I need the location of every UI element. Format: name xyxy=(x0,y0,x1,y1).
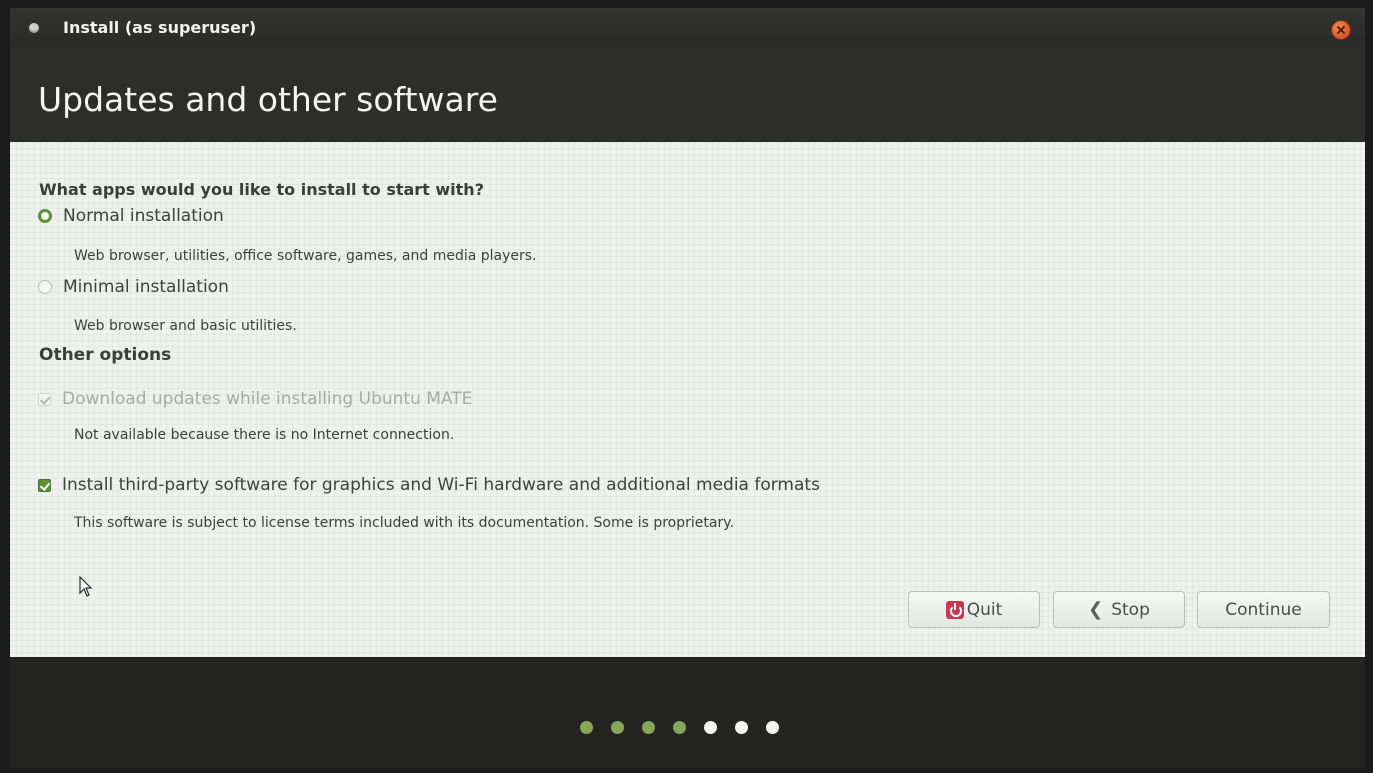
stop-button-label: Stop xyxy=(1111,599,1150,620)
progress-step-pending xyxy=(766,721,779,734)
content-panel: What apps would you like to install to s… xyxy=(10,142,1365,657)
footer xyxy=(10,657,1365,768)
progress-step-pending xyxy=(704,721,717,734)
progress-step-pending xyxy=(735,721,748,734)
progress-step-done xyxy=(673,721,686,734)
continue-button-label: Continue xyxy=(1225,599,1302,620)
normal-installation-label: Normal installation xyxy=(63,206,224,226)
quit-button[interactable]: Quit xyxy=(908,591,1040,628)
normal-installation-description: Web browser, utilities, office software,… xyxy=(74,248,537,264)
normal-installation-radio[interactable]: Normal installation xyxy=(38,206,224,226)
header: Updates and other software xyxy=(10,48,1365,142)
screen: Install (as superuser) Updates and other… xyxy=(0,0,1373,773)
minimal-installation-label: Minimal installation xyxy=(63,277,229,297)
page-title: Updates and other software xyxy=(38,80,498,119)
power-icon xyxy=(945,600,964,619)
third-party-label: Install third-party software for graphic… xyxy=(62,475,820,495)
checkbox-disabled-icon xyxy=(38,392,51,406)
install-type-question: What apps would you like to install to s… xyxy=(39,180,484,199)
other-options-title: Other options xyxy=(39,345,172,365)
radio-selected-icon xyxy=(38,209,52,223)
mouse-pointer-icon xyxy=(79,576,93,597)
minimal-installation-radio[interactable]: Minimal installation xyxy=(38,277,229,297)
ubuntu-mate-icon xyxy=(29,23,39,33)
checkbox-checked-icon xyxy=(38,478,51,492)
third-party-description: This software is subject to license term… xyxy=(74,515,734,531)
progress-step-done xyxy=(611,721,624,734)
progress-indicator xyxy=(580,721,779,734)
titlebar[interactable]: Install (as superuser) xyxy=(10,8,1365,48)
installer-window: Install (as superuser) Updates and other… xyxy=(10,8,1365,768)
close-icon[interactable] xyxy=(1331,20,1351,40)
third-party-checkbox[interactable]: Install third-party software for graphic… xyxy=(38,475,820,495)
download-updates-label: Download updates while installing Ubuntu… xyxy=(62,389,473,409)
radio-unselected-icon xyxy=(38,280,52,294)
window-title: Install (as superuser) xyxy=(63,18,257,37)
chevron-left-icon: ❮ xyxy=(1088,599,1104,620)
progress-step-done xyxy=(642,721,655,734)
stop-button[interactable]: ❮ Stop xyxy=(1053,591,1185,628)
quit-button-label: Quit xyxy=(966,599,1003,620)
continue-button[interactable]: Continue xyxy=(1197,591,1330,628)
progress-step-done xyxy=(580,721,593,734)
download-updates-checkbox: Download updates while installing Ubuntu… xyxy=(38,389,472,409)
minimal-installation-description: Web browser and basic utilities. xyxy=(74,318,297,334)
download-updates-description: Not available because there is no Intern… xyxy=(74,427,455,443)
